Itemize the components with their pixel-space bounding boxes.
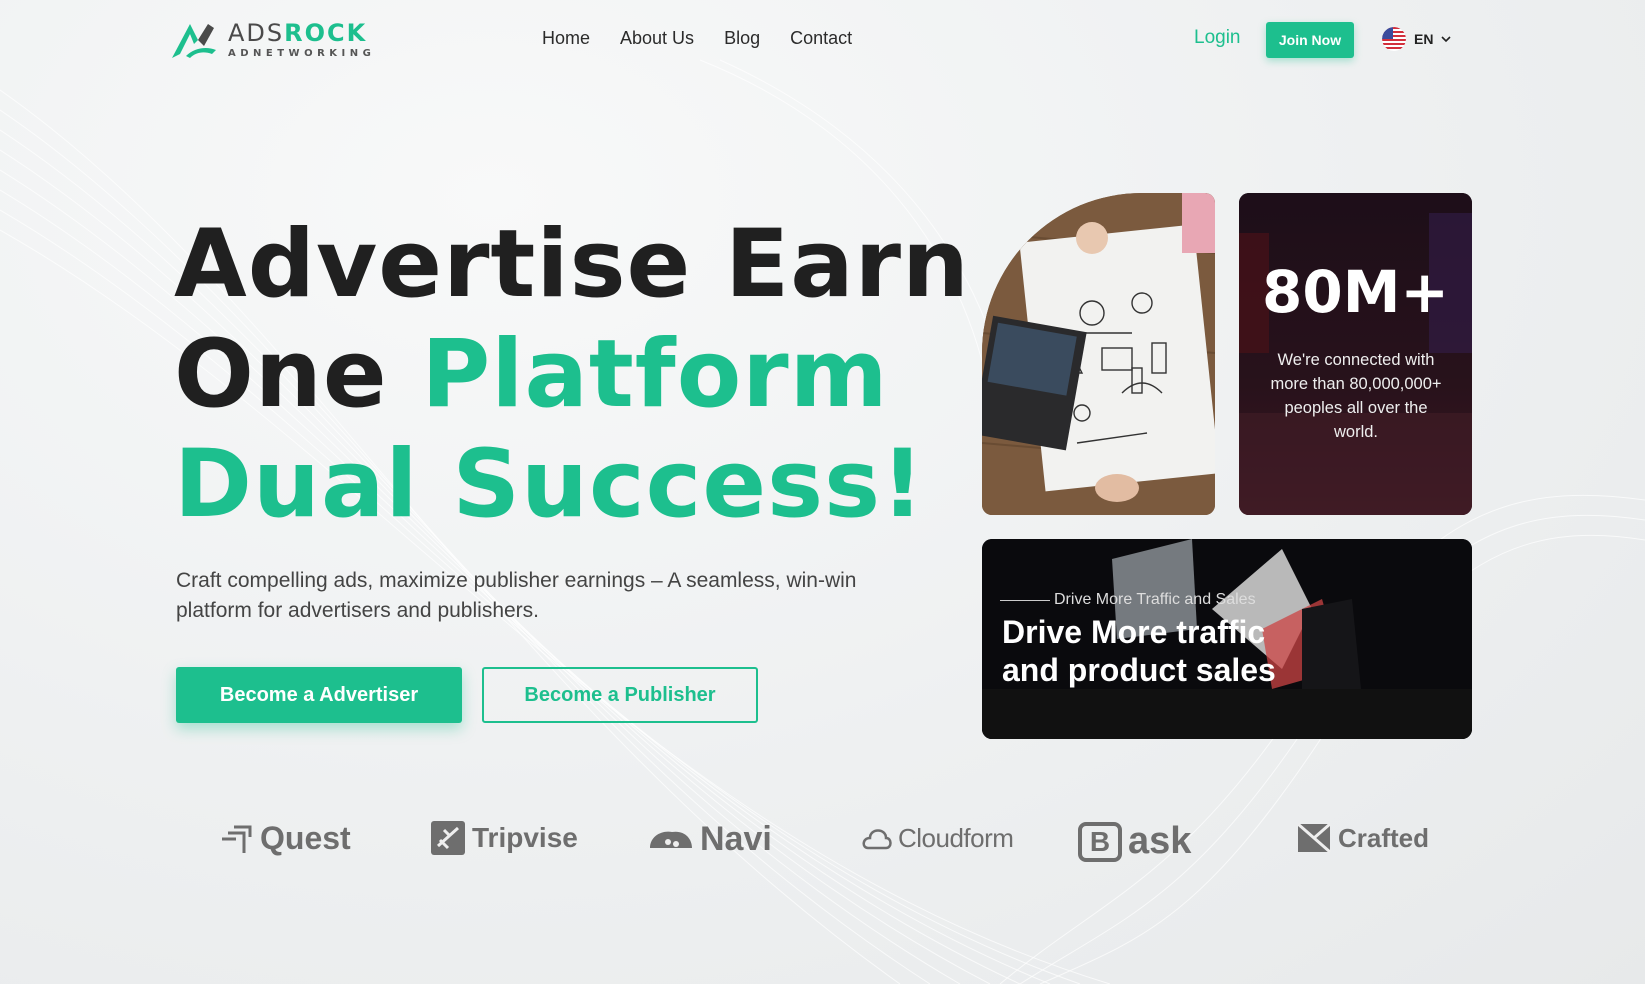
headline-line-2: One Platform xyxy=(174,320,889,429)
stat-card: 80M+ We're connected with more than 80,0… xyxy=(1239,193,1472,515)
nav-contact[interactable]: Contact xyxy=(790,28,852,49)
become-publisher-button[interactable]: Become a Publisher xyxy=(482,667,758,723)
login-link[interactable]: Login xyxy=(1194,27,1241,49)
main-nav: Home About Us Blog Contact xyxy=(542,28,852,49)
partner-tripvise: Tripvise xyxy=(430,820,578,856)
headline-line-1: Advertise Earn xyxy=(174,210,970,319)
brand-logo[interactable]: ADSROCK ADNETWORKING xyxy=(168,18,375,62)
hero-headline: Advertise Earn One Platform Dual Success… xyxy=(174,210,970,540)
join-now-button[interactable]: Join Now xyxy=(1266,22,1354,58)
workspace-image-card xyxy=(982,193,1215,515)
partner-logos: Quest Tripvise Navi Cloudform B ask Craf… xyxy=(0,820,1645,880)
navi-logo-icon xyxy=(650,831,692,848)
partner-navi: Navi xyxy=(648,820,772,859)
become-advertiser-button[interactable]: Become a Advertiser xyxy=(176,667,462,723)
us-flag-icon xyxy=(1382,27,1406,51)
language-selector[interactable]: EN xyxy=(1382,27,1452,51)
language-code: EN xyxy=(1414,31,1434,47)
workspace-illustration xyxy=(982,193,1215,515)
partner-bask: B ask xyxy=(1078,820,1191,863)
partner-cloudform: Cloudform xyxy=(862,820,1014,856)
partner-quest: Quest xyxy=(218,820,351,857)
promo-card: Drive More Traffic and Sales Drive More … xyxy=(982,539,1472,739)
logo-icon xyxy=(172,24,216,58)
brand-tagline: ADNETWORKING xyxy=(228,48,376,59)
headline-line-3: Dual Success! xyxy=(174,430,925,539)
site-header: ADSROCK ADNETWORKING Home About Us Blog … xyxy=(0,0,1645,80)
partner-crafted: Crafted xyxy=(1296,820,1429,856)
tripvise-logo-icon xyxy=(431,821,465,855)
bask-logo-icon: B xyxy=(1078,821,1122,862)
stat-description: We're connected with more than 80,000,00… xyxy=(1270,351,1442,441)
brand-name: ADSROCK xyxy=(228,19,368,47)
nav-home[interactable]: Home xyxy=(542,28,590,49)
promo-title: Drive More traffic and product sales xyxy=(1002,614,1276,688)
crafted-logo-icon xyxy=(1297,822,1331,854)
chevron-down-icon xyxy=(1441,36,1452,43)
hero-subtext: Craft compelling ads, maximize publisher… xyxy=(176,569,857,622)
nav-blog[interactable]: Blog xyxy=(724,28,760,49)
cloudform-logo-icon xyxy=(862,829,892,850)
nav-about-us[interactable]: About Us xyxy=(620,28,694,49)
stat-number: 80M+ xyxy=(1261,258,1450,326)
promo-eyebrow: Drive More Traffic and Sales xyxy=(1000,591,1256,609)
quest-logo-icon xyxy=(222,825,252,853)
